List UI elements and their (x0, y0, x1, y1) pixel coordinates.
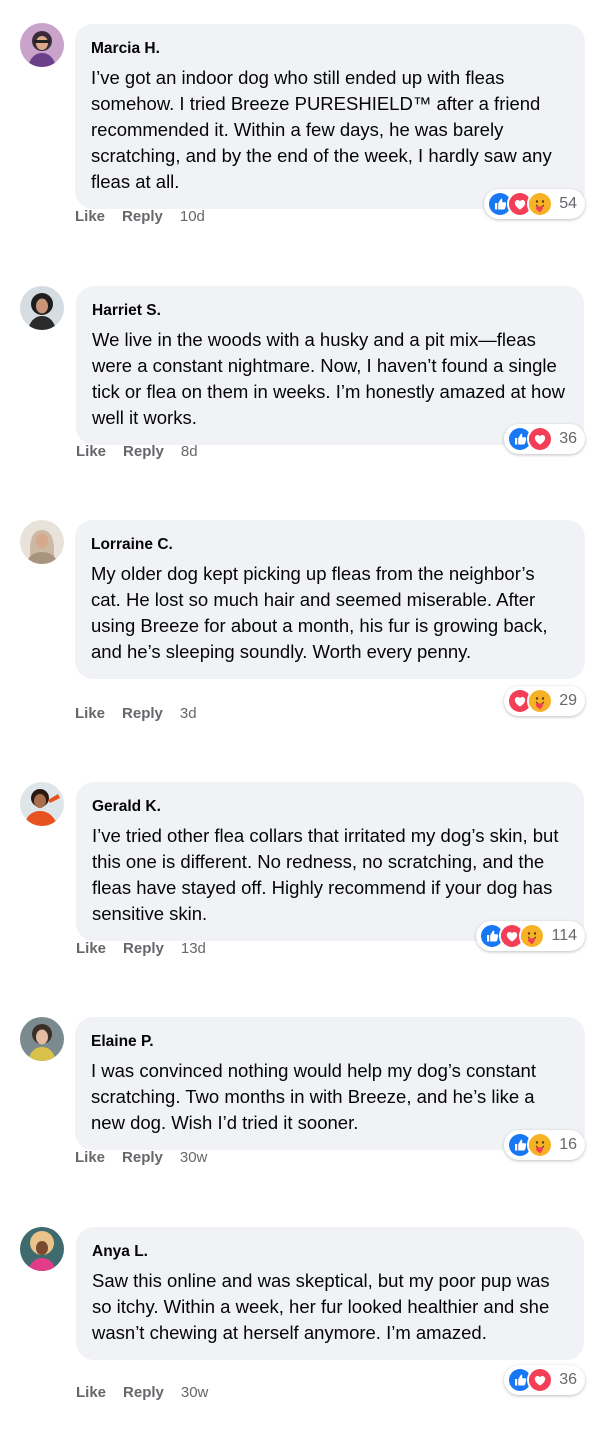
reaction-count: 36 (559, 1371, 577, 1388)
comment-timestamp[interactable]: 8d (181, 443, 198, 460)
care-icon (519, 923, 546, 949)
reaction-count: 16 (559, 1136, 577, 1153)
like-button[interactable]: Like (75, 1149, 105, 1166)
avatar[interactable] (20, 1017, 64, 1061)
comment-actions: Like Reply 13d (76, 940, 206, 957)
comment-timestamp[interactable]: 10d (180, 208, 205, 225)
comment-author[interactable]: Elaine P. (91, 1032, 569, 1052)
avatar[interactable] (20, 520, 64, 564)
like-button[interactable]: Like (76, 443, 106, 460)
comment-timestamp[interactable]: 30w (180, 1149, 208, 1166)
comment-timestamp[interactable]: 30w (181, 1384, 209, 1401)
care-icon (527, 688, 554, 714)
comment-bubble: Elaine P. I was convinced nothing would … (75, 1017, 585, 1150)
comment-text: I’ve tried other flea collars that irrit… (92, 825, 559, 924)
comment-bubble: Lorraine C. My older dog kept picking up… (75, 520, 585, 679)
comment-actions: Like Reply 10d (75, 208, 205, 225)
comment-text: Saw this online and was skeptical, but m… (92, 1270, 550, 1343)
comment-actions: Like Reply 30w (75, 1149, 207, 1166)
reply-button[interactable]: Reply (122, 1149, 163, 1166)
comment-bubble: Harriet S. We live in the woods with a h… (76, 286, 584, 445)
comment-actions: Like Reply 3d (75, 705, 197, 722)
comment-text: I’ve got an indoor dog who still ended u… (91, 67, 552, 192)
comment-bubble: Gerald K. I’ve tried other flea collars … (76, 782, 584, 941)
comment-author[interactable]: Marcia H. (91, 39, 569, 59)
comment-bubble: Marcia H. I’ve got an indoor dog who sti… (75, 24, 585, 209)
reaction-count: 36 (559, 430, 577, 447)
comment-text: My older dog kept picking up fleas from … (91, 563, 548, 662)
care-icon (527, 191, 554, 217)
like-button[interactable]: Like (76, 1384, 106, 1401)
comment-timestamp[interactable]: 3d (180, 705, 197, 722)
reply-button[interactable]: Reply (122, 705, 163, 722)
avatar[interactable] (20, 286, 64, 330)
comment-bubble: Anya L. Saw this online and was skeptica… (76, 1227, 584, 1360)
reaction-count: 54 (559, 195, 577, 212)
comment-author[interactable]: Gerald K. (92, 797, 568, 817)
reply-button[interactable]: Reply (123, 1384, 164, 1401)
reaction-summary[interactable]: 29 (504, 686, 585, 716)
care-icon (527, 1132, 554, 1158)
reaction-summary[interactable]: 36 (504, 424, 585, 454)
reaction-summary[interactable]: 36 (504, 1365, 585, 1395)
like-button[interactable]: Like (76, 940, 106, 957)
comment-author[interactable]: Anya L. (92, 1242, 568, 1262)
reply-button[interactable]: Reply (123, 443, 164, 460)
reaction-count: 114 (551, 927, 577, 944)
comment-text: I was convinced nothing would help my do… (91, 1060, 536, 1133)
comment-timestamp[interactable]: 13d (181, 940, 206, 957)
comment-author[interactable]: Lorraine C. (91, 535, 569, 555)
avatar[interactable] (20, 23, 64, 67)
reply-button[interactable]: Reply (122, 208, 163, 225)
love-icon (527, 1367, 554, 1393)
comment-actions: Like Reply 8d (76, 443, 198, 460)
reaction-summary[interactable]: 114 (476, 921, 585, 951)
love-icon (527, 426, 554, 452)
comment-text: We live in the woods with a husky and a … (92, 329, 565, 428)
avatar[interactable] (20, 1227, 64, 1271)
reaction-summary[interactable]: 16 (504, 1130, 585, 1160)
reply-button[interactable]: Reply (123, 940, 164, 957)
comment-actions: Like Reply 30w (76, 1384, 208, 1401)
like-button[interactable]: Like (75, 208, 105, 225)
reaction-count: 29 (559, 692, 577, 709)
reaction-summary[interactable]: 54 (484, 189, 585, 219)
like-button[interactable]: Like (75, 705, 105, 722)
comment-author[interactable]: Harriet S. (92, 301, 568, 321)
avatar[interactable] (20, 782, 64, 826)
